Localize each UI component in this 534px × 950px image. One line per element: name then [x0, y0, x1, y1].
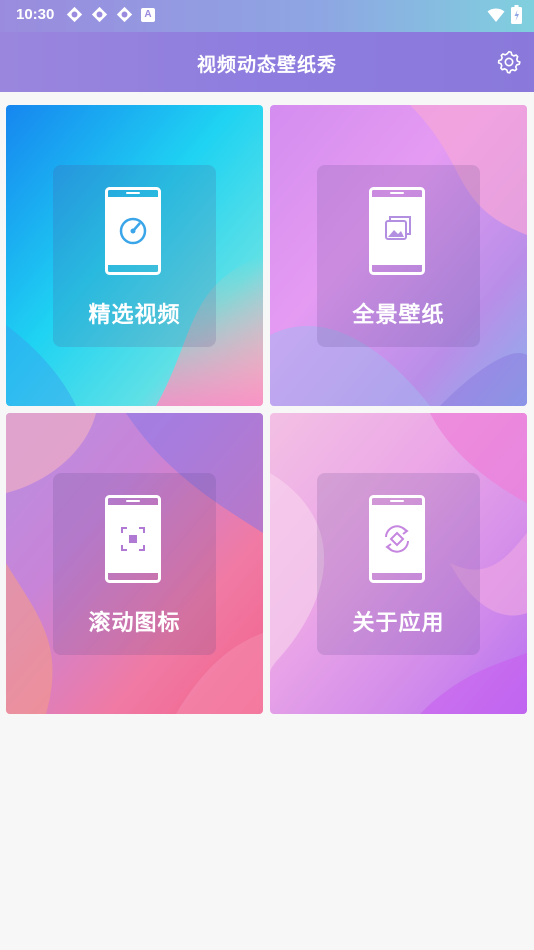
a-icon: A: [141, 7, 155, 22]
tile-panel: 精选视频: [53, 165, 216, 347]
app-bar: 视频动态壁纸秀: [0, 32, 534, 92]
gear-icon[interactable]: [496, 49, 522, 75]
notification-icon: [66, 6, 83, 23]
tile-featured-videos[interactable]: 精选视频: [6, 105, 263, 406]
app-title: 视频动态壁纸秀: [196, 54, 337, 76]
tile-panel: 全景壁纸: [317, 165, 480, 347]
tile-panel: 滚动图标: [53, 473, 216, 655]
video-dial-icon: [105, 187, 161, 275]
tile-about-app[interactable]: 关于应用: [270, 413, 527, 714]
notification-icon: [91, 6, 108, 23]
tile-label: 全景壁纸: [352, 303, 445, 328]
tile-scrolling-icons[interactable]: 滚动图标: [6, 413, 263, 714]
status-icons-left: A: [66, 6, 155, 23]
focus-frame-icon: [105, 495, 161, 583]
rotate-diamond-icon: [369, 495, 425, 583]
tile-panel: 关于应用: [317, 473, 480, 655]
battery-icon: [511, 5, 522, 24]
tile-label: 关于应用: [352, 611, 445, 636]
tile-panorama-wallpaper[interactable]: 全景壁纸: [270, 105, 527, 406]
tile-label: 滚动图标: [88, 611, 181, 636]
status-icons-right: [487, 5, 522, 24]
tile-label: 精选视频: [88, 303, 181, 328]
wifi-icon: [487, 8, 505, 22]
notification-icon: [116, 6, 133, 23]
image-gallery-icon: [369, 187, 425, 275]
status-bar: 10:30 A: [0, 0, 534, 32]
status-time: 10:30: [16, 6, 55, 23]
